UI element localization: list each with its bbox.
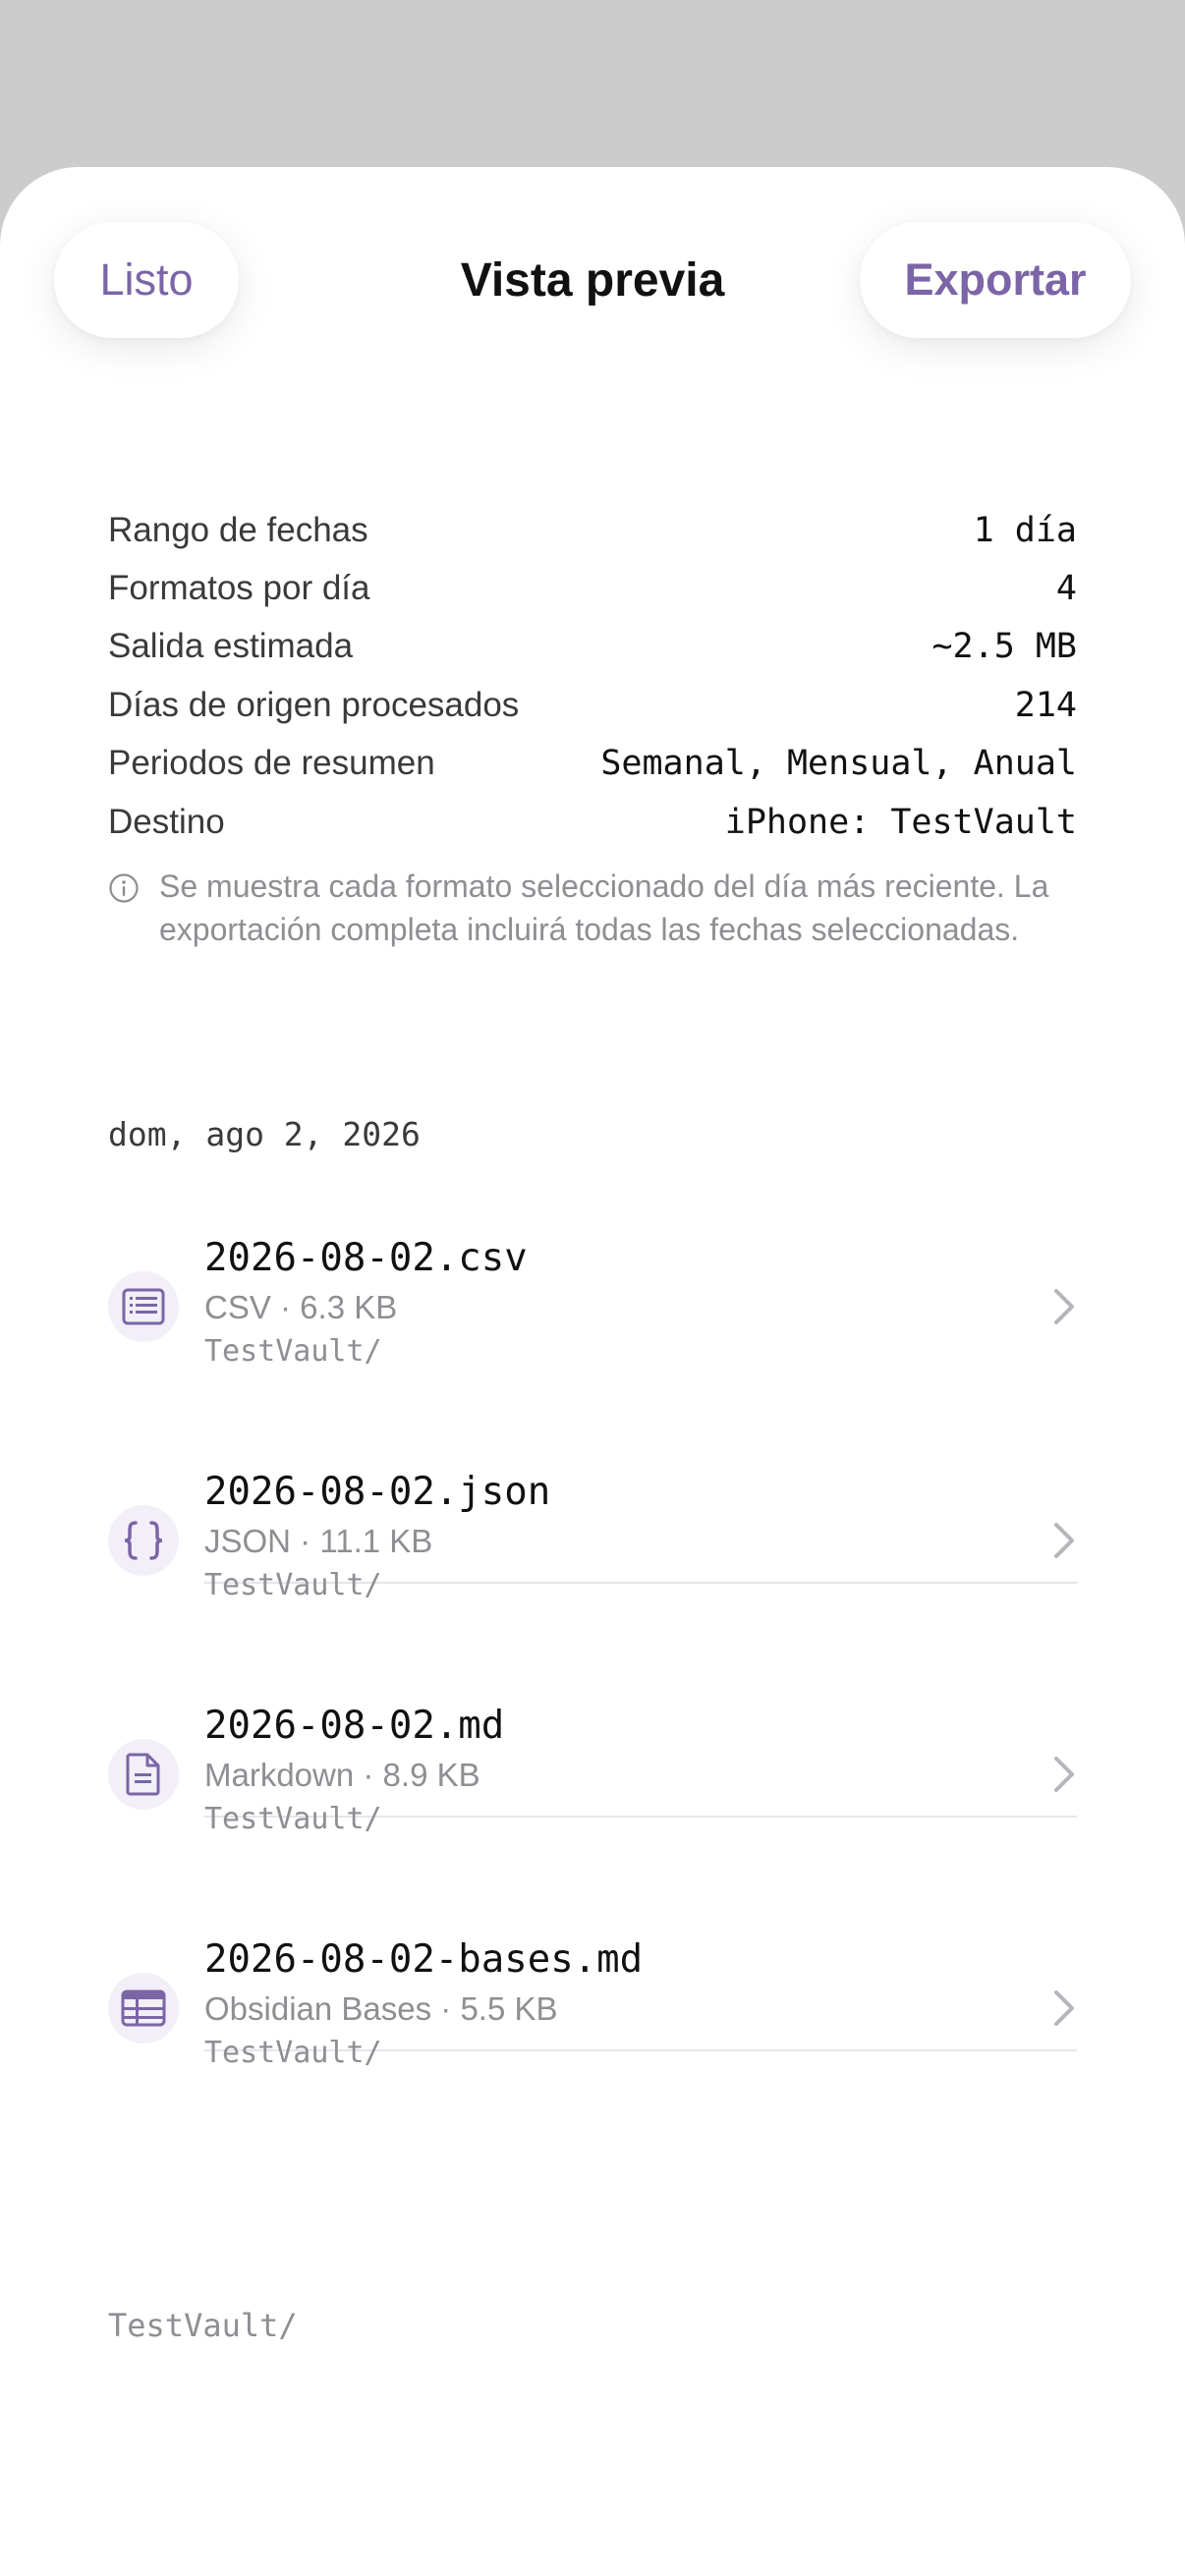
summary-row-formats-per-day: Formatos por día 4 — [108, 559, 1077, 617]
preview-sheet: Listo Vista previa Exportar Rango de fec… — [0, 167, 1185, 2576]
file-row-bases[interactable]: 2026-08-02-bases.md Obsidian Bases · 5.5… — [108, 1937, 1077, 2170]
summary-value: ~2.5 MB — [931, 627, 1077, 667]
summary-key: Días de origen procesados — [108, 685, 520, 724]
info-note-text: Se muestra cada formato seleccionado del… — [159, 868, 1049, 947]
document-icon — [108, 1739, 179, 1810]
curly-braces-icon — [108, 1505, 179, 1576]
chevron-right-icon — [1054, 1990, 1074, 2026]
summary-value: Semanal, Mensual, Anual — [600, 744, 1077, 784]
file-path: TestVault/ — [204, 2036, 382, 2070]
summary-list: Rango de fechas 1 día Formatos por día 4… — [108, 501, 1077, 851]
file-row-json[interactable]: 2026-08-02.json JSON · 11.1 KB TestVault… — [108, 1470, 1077, 1703]
summary-row-date-range: Rango de fechas 1 día — [108, 501, 1077, 559]
date-header: dom, ago 2, 2026 — [108, 1115, 421, 1153]
export-button[interactable]: Exportar — [860, 222, 1131, 338]
summary-row-estimated-output: Salida estimada ~2.5 MB — [108, 618, 1077, 676]
file-path: TestVault/ — [204, 1334, 382, 1369]
info-icon — [109, 873, 139, 903]
done-button[interactable]: Listo — [54, 222, 239, 338]
summary-row-destination: Destino iPhone: TestVault — [108, 793, 1077, 851]
table-icon — [108, 1973, 179, 2044]
file-name: 2026-08-02-bases.md — [204, 1937, 644, 1982]
file-meta: CSV · 6.3 KB — [204, 1289, 398, 1325]
file-row-csv[interactable]: 2026-08-02.csv CSV · 6.3 KB TestVault/ — [108, 1236, 1077, 1469]
footer-path: TestVault/ — [108, 2307, 298, 2344]
chevron-right-icon — [1054, 1757, 1074, 1792]
summary-value: 214 — [1014, 685, 1077, 725]
file-meta: Markdown · 8.9 KB — [204, 1757, 480, 1793]
file-path: TestVault/ — [204, 1802, 382, 1836]
summary-value: 4 — [1055, 569, 1077, 609]
chevron-right-icon — [1054, 1289, 1074, 1324]
file-meta: JSON · 11.1 KB — [204, 1523, 433, 1559]
info-note: Se muestra cada formato seleccionado del… — [108, 865, 1081, 951]
summary-key: Rango de fechas — [108, 510, 368, 549]
summary-row-source-days: Días de origen procesados 214 — [108, 676, 1077, 734]
chevron-right-icon — [1054, 1523, 1074, 1558]
file-path: TestVault/ — [204, 1568, 382, 1602]
file-meta: Obsidian Bases · 5.5 KB — [204, 1990, 558, 2027]
summary-value: iPhone: TestVault — [724, 802, 1077, 842]
summary-key: Formatos por día — [108, 569, 370, 608]
summary-row-summary-periods: Periodos de resumen Semanal, Mensual, An… — [108, 735, 1077, 793]
summary-key: Destino — [108, 802, 225, 841]
summary-key: Periodos de resumen — [108, 744, 435, 783]
file-name: 2026-08-02.md — [204, 1704, 505, 1748]
summary-value: 1 día — [973, 510, 1077, 550]
file-row-markdown[interactable]: 2026-08-02.md Markdown · 8.9 KB TestVaul… — [108, 1704, 1077, 1936]
file-name: 2026-08-02.csv — [204, 1236, 528, 1280]
file-name: 2026-08-02.json — [204, 1470, 551, 1514]
list-document-icon — [108, 1271, 179, 1342]
summary-key: Salida estimada — [108, 627, 354, 666]
